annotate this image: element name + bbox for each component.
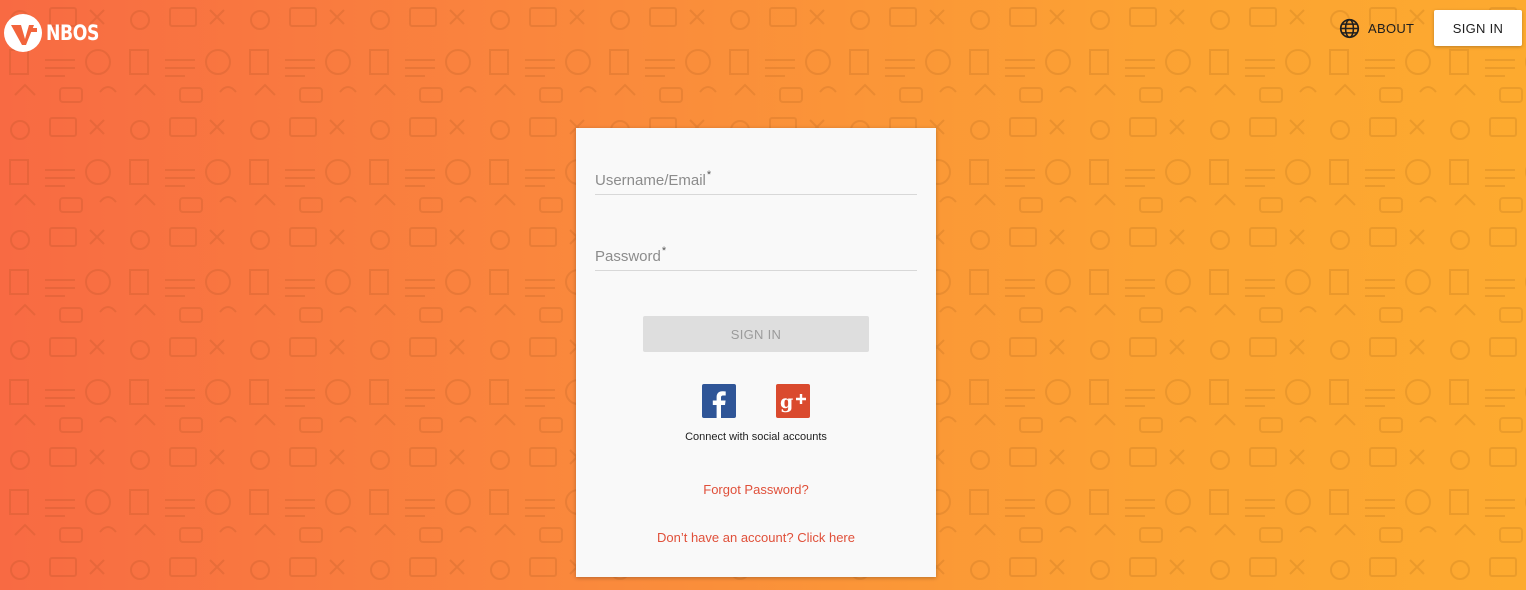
signup-link[interactable]: Don’t have an account? Click here — [576, 530, 936, 545]
logo-icon — [4, 14, 42, 52]
username-input[interactable] — [595, 170, 917, 192]
password-input[interactable] — [595, 246, 917, 268]
globe-icon — [1339, 18, 1360, 38]
login-page: NBOS ABOUT SIGN IN Username/Email* Passw… — [0, 0, 1526, 590]
header-signin-button[interactable]: SIGN IN — [1434, 10, 1522, 46]
google-plus-button[interactable]: g — [776, 384, 810, 418]
svg-text:g: g — [780, 391, 793, 413]
password-field[interactable]: Password* — [595, 245, 917, 271]
username-field[interactable]: Username/Email* — [595, 169, 917, 195]
social-caption: Connect with social accounts — [685, 431, 827, 443]
facebook-icon — [712, 391, 726, 418]
about-label: ABOUT — [1368, 20, 1415, 36]
login-card: Username/Email* Password* SIGN IN g Conn… — [576, 128, 936, 577]
facebook-button[interactable] — [702, 384, 736, 418]
forgot-password-link[interactable]: Forgot Password? — [576, 482, 936, 497]
about-link[interactable]: ABOUT — [1339, 17, 1414, 39]
logo-text: NBOS — [46, 21, 99, 45]
nbos-logo[interactable]: NBOS — [4, 13, 111, 53]
signin-button[interactable]: SIGN IN — [643, 316, 869, 352]
google-plus-icon: g — [780, 391, 806, 413]
